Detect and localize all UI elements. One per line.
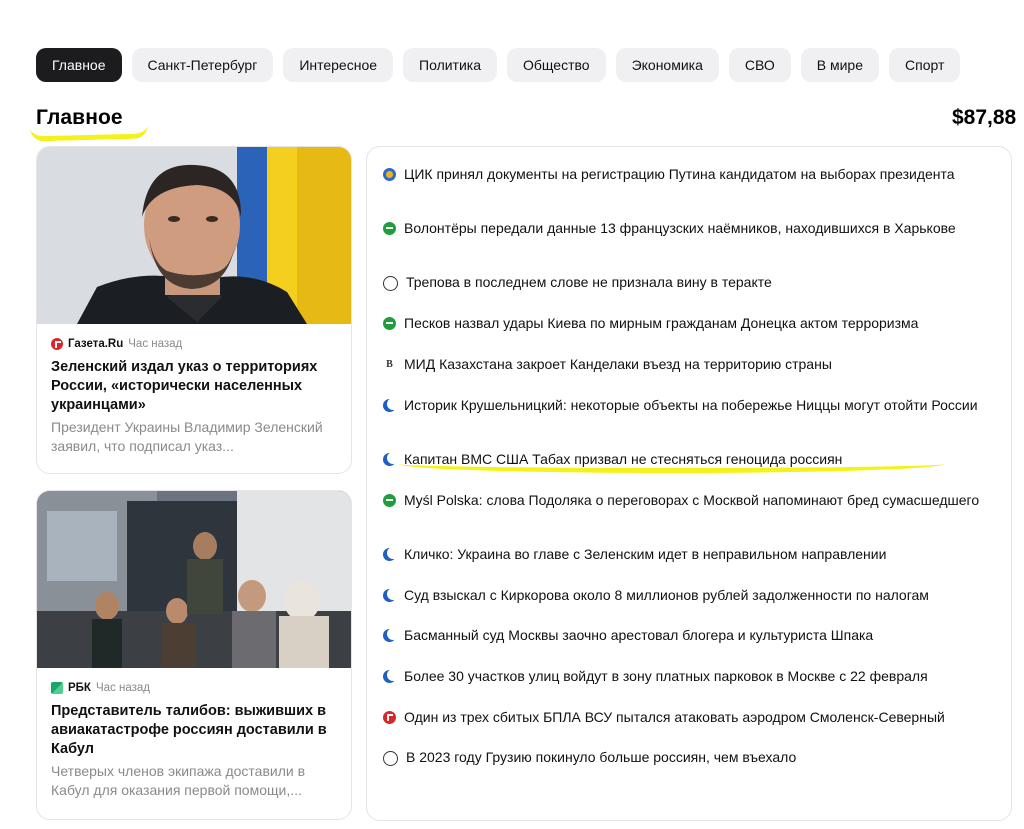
moon-icon: [383, 547, 399, 561]
circle-letter-icon: [383, 276, 398, 291]
gazeta-icon: [51, 338, 63, 350]
tab-world[interactable]: В мире: [800, 48, 879, 82]
vedomosti-icon: В: [383, 358, 396, 371]
source-name[interactable]: Газета.Ru: [68, 338, 123, 350]
list-item[interactable]: ЦИК принял документы на регистрацию Пути…: [383, 165, 1003, 184]
moon-icon: [383, 628, 399, 642]
tab-society[interactable]: Общество: [507, 48, 606, 82]
publish-time: Час назад: [128, 338, 183, 350]
tab-main[interactable]: Главное: [36, 48, 122, 82]
list-item[interactable]: Волонтёры передали данные 13 французских…: [383, 219, 1003, 238]
highlight-underline: [399, 458, 944, 473]
news-list: ЦИК принял документы на регистрацию Пути…: [366, 146, 1012, 821]
news-card[interactable]: РБК Час назад Представитель талибов: выж…: [36, 490, 352, 820]
rbc-icon: [51, 682, 63, 694]
list-item-text[interactable]: Более 30 участков улиц войдут в зону пла…: [404, 667, 928, 686]
news-snippet[interactable]: Президент Украины Владимир Зеленский зая…: [51, 418, 337, 456]
tab-svo[interactable]: СВО: [728, 48, 791, 82]
list-item[interactable]: В МИД Казахстана закроет Канделаки въезд…: [383, 355, 1003, 374]
tab-economy[interactable]: Экономика: [615, 48, 719, 82]
source-name[interactable]: РБК: [68, 682, 91, 694]
list-item[interactable]: Трепова в последнем слове не признала ви…: [383, 273, 1003, 292]
green-source-icon: [383, 222, 396, 235]
highlight-underline: [29, 124, 149, 142]
argumenty-icon: [383, 168, 396, 181]
moon-icon: [383, 398, 399, 412]
list-item[interactable]: В 2023 году Грузию покинуло больше росси…: [383, 748, 1003, 767]
list-item-text[interactable]: Басманный суд Москвы заочно арестовал бл…: [404, 626, 873, 645]
news-snippet[interactable]: Четверых членов экипажа доставили в Кабу…: [51, 762, 337, 800]
gazeta-icon: [383, 711, 396, 724]
news-photo[interactable]: [37, 147, 351, 324]
list-item[interactable]: Кличко: Украина во главе с Зеленским иде…: [383, 545, 1003, 564]
list-item[interactable]: Суд взыскал с Киркорова около 8 миллионо…: [383, 586, 1003, 605]
list-item[interactable]: Басманный суд Москвы заочно арестовал бл…: [383, 626, 1003, 645]
green-source-icon: [383, 494, 396, 507]
tab-spb[interactable]: Санкт-Петербург: [131, 48, 274, 82]
moon-icon: [383, 669, 399, 683]
list-item[interactable]: Историк Крушельницкий: некоторые объекты…: [383, 396, 1003, 415]
list-item-text[interactable]: Один из трех сбитых БПЛА ВСУ пытался ата…: [404, 708, 945, 727]
tab-politics[interactable]: Политика: [403, 48, 498, 82]
list-item-text[interactable]: Myśl Polska: слова Подоляка о переговора…: [404, 491, 979, 510]
currency-rate[interactable]: $87,88: [952, 106, 1016, 130]
list-item[interactable]: Myśl Polska: слова Подоляка о переговора…: [383, 491, 1003, 510]
list-item-text[interactable]: Волонтёры передали данные 13 французских…: [404, 219, 956, 238]
list-item-text[interactable]: МИД Казахстана закроет Канделаки въезд н…: [404, 355, 832, 374]
list-item-text[interactable]: Историк Крушельницкий: некоторые объекты…: [404, 396, 978, 415]
news-card[interactable]: Газета.Ru Час назад Зеленский издал указ…: [36, 146, 352, 474]
list-item[interactable]: Более 30 участков улиц войдут в зону пла…: [383, 667, 1003, 686]
tab-interesting[interactable]: Интересное: [283, 48, 394, 82]
list-item[interactable]: Один из трех сбитых БПЛА ВСУ пытался ата…: [383, 708, 1003, 727]
moon-icon: [383, 588, 399, 602]
publish-time: Час назад: [95, 682, 150, 694]
list-item-text[interactable]: Суд взыскал с Киркорова около 8 миллионо…: [404, 586, 929, 605]
green-source-icon: [383, 317, 396, 330]
list-item-text[interactable]: Песков назвал удары Киева по мирным граж…: [404, 314, 918, 333]
list-item[interactable]: Песков назвал удары Киева по мирным граж…: [383, 314, 1003, 333]
page-title-wrap: Главное: [29, 106, 149, 142]
news-meta: РБК Час назад: [51, 682, 337, 694]
news-headline[interactable]: Зеленский издал указ о территориях Росси…: [51, 358, 337, 415]
news-meta: Газета.Ru Час назад: [51, 338, 337, 350]
list-item-text[interactable]: Кличко: Украина во главе с Зеленским иде…: [404, 545, 886, 564]
news-headline[interactable]: Представитель талибов: выживших в авиака…: [51, 702, 337, 759]
list-item-text[interactable]: В 2023 году Грузию покинуло больше росси…: [406, 748, 796, 767]
moon-icon: [383, 452, 399, 466]
category-tabs: Главное Санкт-Петербург Интересное Полит…: [36, 48, 961, 82]
circle-letter-icon: [383, 751, 398, 766]
list-item-text[interactable]: ЦИК принял документы на регистрацию Пути…: [404, 165, 955, 184]
tab-sport[interactable]: Спорт: [889, 48, 961, 82]
list-item-text[interactable]: Трепова в последнем слове не признала ви…: [406, 273, 772, 292]
news-photo[interactable]: [37, 491, 351, 668]
